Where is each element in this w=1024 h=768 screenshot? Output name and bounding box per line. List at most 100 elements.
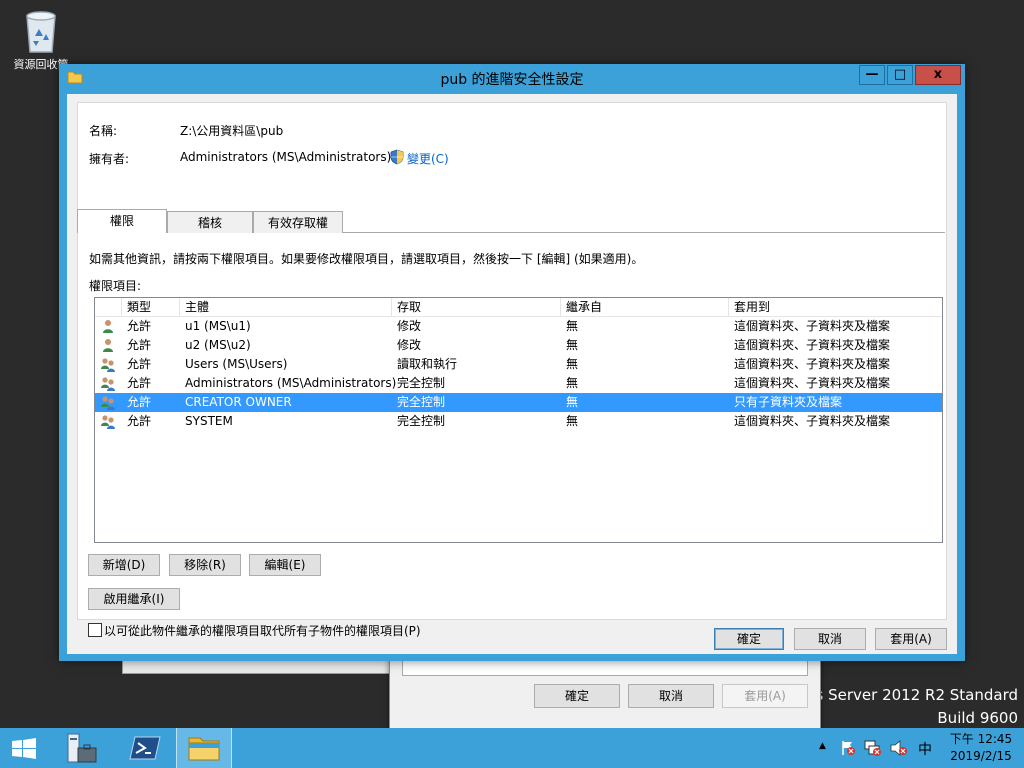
title-bar[interactable]: pub 的進階安全性設定 — □ x bbox=[59, 64, 965, 92]
maximize-button[interactable]: □ bbox=[887, 65, 913, 85]
cell-applies-to: 只有子資料夾及檔案 bbox=[734, 395, 843, 409]
edit-button[interactable]: 編輯(E) bbox=[249, 554, 321, 576]
cell-access: 修改 bbox=[397, 319, 422, 333]
taskbar-clock[interactable]: 下午 12:45 2019/2/15 bbox=[946, 731, 1016, 765]
ok-button[interactable]: 確定 bbox=[714, 628, 784, 650]
background-ok-button[interactable]: 確定 bbox=[534, 684, 620, 708]
cell-principal: u2 (MS\u2) bbox=[185, 338, 251, 352]
cell-applies-to: 這個資料夾、子資料夾及檔案 bbox=[734, 357, 891, 371]
file-explorer-icon bbox=[188, 737, 220, 761]
powershell-button[interactable] bbox=[120, 728, 170, 768]
cell-inherited-from: 無 bbox=[566, 319, 579, 333]
cell-inherited-from: 無 bbox=[566, 357, 579, 371]
server-manager-icon bbox=[67, 733, 97, 763]
input-method-indicator[interactable]: 中 bbox=[918, 739, 932, 759]
cell-principal: SYSTEM bbox=[185, 414, 233, 428]
taskbar: ▲ 中 下午 12:45 2019/2/15 bbox=[0, 728, 1024, 768]
window-title: pub 的進階安全性設定 bbox=[440, 72, 584, 88]
cell-access: 修改 bbox=[397, 338, 422, 352]
powershell-icon bbox=[129, 736, 161, 760]
list-header: 類型 主體 存取 繼承自 套用到 bbox=[95, 298, 942, 317]
cell-inherited-from: 無 bbox=[566, 338, 579, 352]
window-client-area: 名稱: Z:\公用資料區\pub 擁有者: Administrators (MS… bbox=[67, 94, 957, 654]
table-row[interactable]: 允許 u1 (MS\u1) 修改 無 這個資料夾、子資料夾及檔案 bbox=[95, 317, 942, 336]
cell-access: 讀取和執行 bbox=[397, 357, 458, 371]
cell-applies-to: 這個資料夾、子資料夾及檔案 bbox=[734, 338, 891, 352]
cell-access: 完全控制 bbox=[397, 414, 446, 428]
replace-child-permissions-label: 以可從此物件繼承的權限項目取代所有子物件的權限項目(P) bbox=[104, 624, 421, 638]
column-header-inherited-from[interactable]: 繼承自 bbox=[561, 298, 729, 316]
advanced-security-settings-window: pub 的進階安全性設定 — □ x 名稱: Z:\公用資料區\pub 擁有者:… bbox=[59, 64, 965, 661]
cell-principal: u1 (MS\u1) bbox=[185, 319, 251, 333]
cell-access: 完全控制 bbox=[397, 395, 446, 409]
background-dialog-panel bbox=[402, 661, 808, 676]
volume-muted-icon[interactable] bbox=[890, 740, 908, 756]
uac-shield-icon bbox=[390, 149, 404, 165]
apply-button[interactable]: 套用(A) bbox=[875, 628, 947, 650]
cell-applies-to: 這個資料夾、子資料夾及檔案 bbox=[734, 319, 891, 333]
background-window-strip bbox=[122, 660, 392, 674]
table-row[interactable]: 允許 CREATOR OWNER 完全控制 無 只有子資料夾及檔案 bbox=[95, 393, 942, 412]
name-value: Z:\公用資料區\pub bbox=[180, 124, 284, 138]
server-manager-button[interactable] bbox=[56, 728, 106, 768]
permission-entries-label: 權限項目: bbox=[89, 279, 142, 293]
network-icon[interactable] bbox=[864, 740, 882, 756]
cell-type: 允許 bbox=[127, 357, 152, 371]
table-row[interactable]: 允許 Administrators (MS\Administrators) 完全控制… bbox=[95, 374, 942, 393]
recycle-bin-icon bbox=[26, 11, 56, 53]
show-hidden-icons-arrow[interactable]: ▲ bbox=[819, 741, 826, 751]
system-tray: ▲ 中 下午 12:45 2019/2/15 bbox=[812, 728, 1024, 768]
tab-permissions[interactable]: 權限 bbox=[77, 209, 167, 233]
table-row[interactable]: 允許 Users (MS\Users) 讀取和執行 無 這個資料夾、子資料夾及檔案 bbox=[95, 355, 942, 374]
column-header-access[interactable]: 存取 bbox=[392, 298, 561, 316]
permission-entries-list[interactable]: 類型 主體 存取 繼承自 套用到 允許 u1 (MS\u1) 修改無這個資料夾、子資… bbox=[94, 297, 943, 543]
cell-access: 完全控制 bbox=[397, 376, 446, 390]
cancel-button[interactable]: 取消 bbox=[794, 628, 866, 650]
cell-principal: CREATOR OWNER bbox=[185, 395, 292, 409]
minimize-icon: — bbox=[865, 67, 879, 82]
owner-value: Administrators (MS\Administrators) bbox=[180, 150, 392, 164]
column-header-principal[interactable]: 主體 bbox=[180, 298, 392, 316]
remove-button[interactable]: 移除(R) bbox=[169, 554, 241, 576]
tab-auditing[interactable]: 稽核 bbox=[167, 211, 253, 233]
cell-inherited-from: 無 bbox=[566, 414, 579, 428]
os-watermark-build: Build 9600 bbox=[937, 709, 1018, 727]
cell-inherited-from: 無 bbox=[566, 395, 579, 409]
change-owner-link[interactable]: 變更(C) bbox=[407, 150, 449, 167]
cell-type: 允許 bbox=[127, 376, 152, 390]
cell-type: 允許 bbox=[127, 414, 152, 428]
cell-type: 允許 bbox=[127, 338, 152, 352]
close-button[interactable]: x bbox=[915, 65, 961, 85]
clock-time: 下午 12:45 bbox=[949, 732, 1013, 746]
column-header-applies-to[interactable]: 套用到 bbox=[729, 298, 942, 316]
background-cancel-button[interactable]: 取消 bbox=[628, 684, 714, 708]
clock-date: 2019/2/15 bbox=[950, 749, 1012, 763]
replace-child-permissions-checkbox[interactable] bbox=[88, 623, 102, 637]
cell-applies-to: 這個資料夾、子資料夾及檔案 bbox=[734, 414, 891, 428]
file-explorer-button[interactable] bbox=[176, 728, 232, 768]
group-icon bbox=[100, 414, 116, 429]
minimize-button[interactable]: — bbox=[859, 65, 885, 85]
start-button[interactable] bbox=[0, 728, 48, 768]
enable-inheritance-button[interactable]: 啟用繼承(I) bbox=[88, 588, 180, 610]
cell-inherited-from: 無 bbox=[566, 376, 579, 390]
column-header-type[interactable]: 類型 bbox=[122, 298, 180, 316]
windows-logo-icon bbox=[12, 738, 36, 759]
cell-applies-to: 這個資料夾、子資料夾及檔案 bbox=[734, 376, 891, 390]
add-button[interactable]: 新增(D) bbox=[88, 554, 160, 576]
user-icon bbox=[100, 338, 116, 353]
tab-effective-access[interactable]: 有效存取權 bbox=[253, 211, 343, 233]
owner-label: 擁有者: bbox=[89, 152, 130, 166]
group-icon bbox=[100, 395, 116, 410]
maximize-icon: □ bbox=[893, 67, 907, 82]
background-apply-button: 套用(A) bbox=[722, 684, 808, 708]
group-icon bbox=[100, 376, 116, 391]
user-icon bbox=[100, 319, 116, 334]
background-properties-dialog: 確定 取消 套用(A) bbox=[389, 660, 821, 732]
table-row[interactable]: 允許 u2 (MS\u2) 修改 無 這個資料夾、子資料夾及檔案 bbox=[95, 336, 942, 355]
table-row[interactable]: 允許 SYSTEM 完全控制 無 這個資料夾、子資料夾及檔案 bbox=[95, 412, 942, 431]
action-center-flag-icon[interactable] bbox=[840, 740, 856, 756]
os-watermark-edition: ws Server 2012 R2 Standard bbox=[803, 686, 1018, 704]
instruction-text: 如需其他資訊，請按兩下權限項目。如果要修改權限項目，請選取項目，然後按一下 [編… bbox=[89, 252, 644, 266]
recycle-bin[interactable]: 資源回收筒 bbox=[6, 6, 76, 72]
